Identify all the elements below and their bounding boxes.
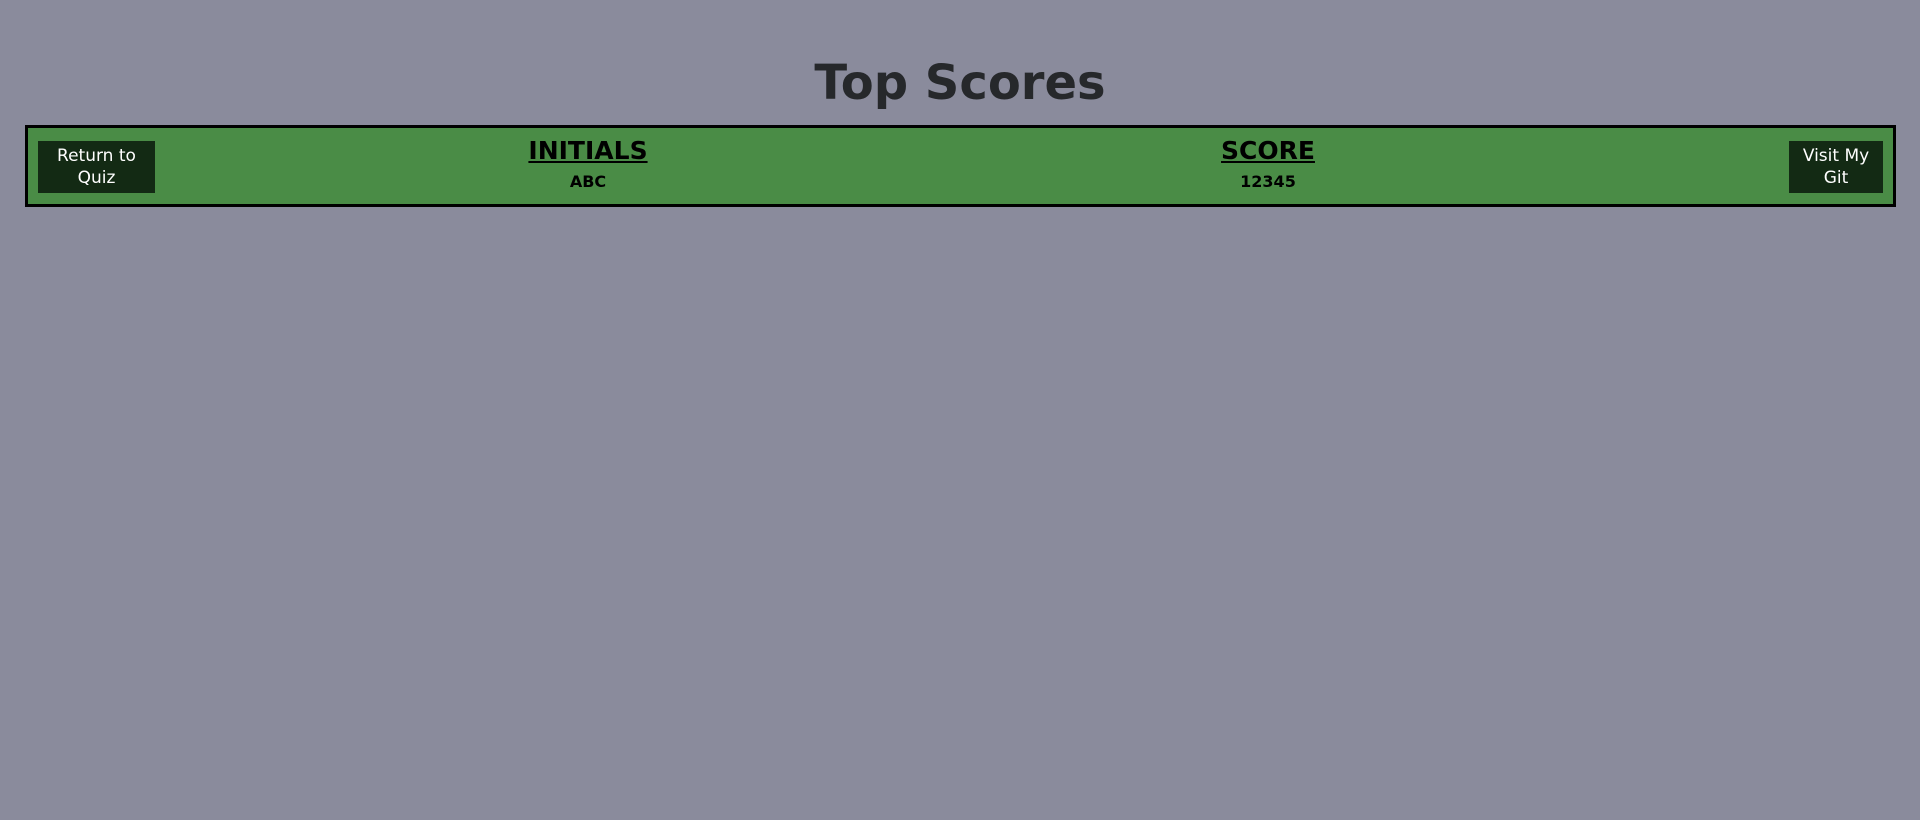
return-to-quiz-button[interactable]: Return to Quiz [38, 141, 155, 193]
initials-value: ABC [569, 172, 607, 191]
initials-column: INITIALS ABC [458, 136, 718, 191]
score-value: 12345 [1240, 172, 1296, 191]
score-header: SCORE [1221, 136, 1315, 165]
score-column: SCORE 12345 [1138, 136, 1398, 191]
page-title: Top Scores [814, 55, 1106, 111]
initials-header: INITIALS [528, 136, 648, 165]
visit-git-button[interactable]: Visit My Git [1789, 141, 1883, 193]
scores-bar: Return to Quiz INITIALS ABC SCORE 12345 … [25, 125, 1896, 207]
